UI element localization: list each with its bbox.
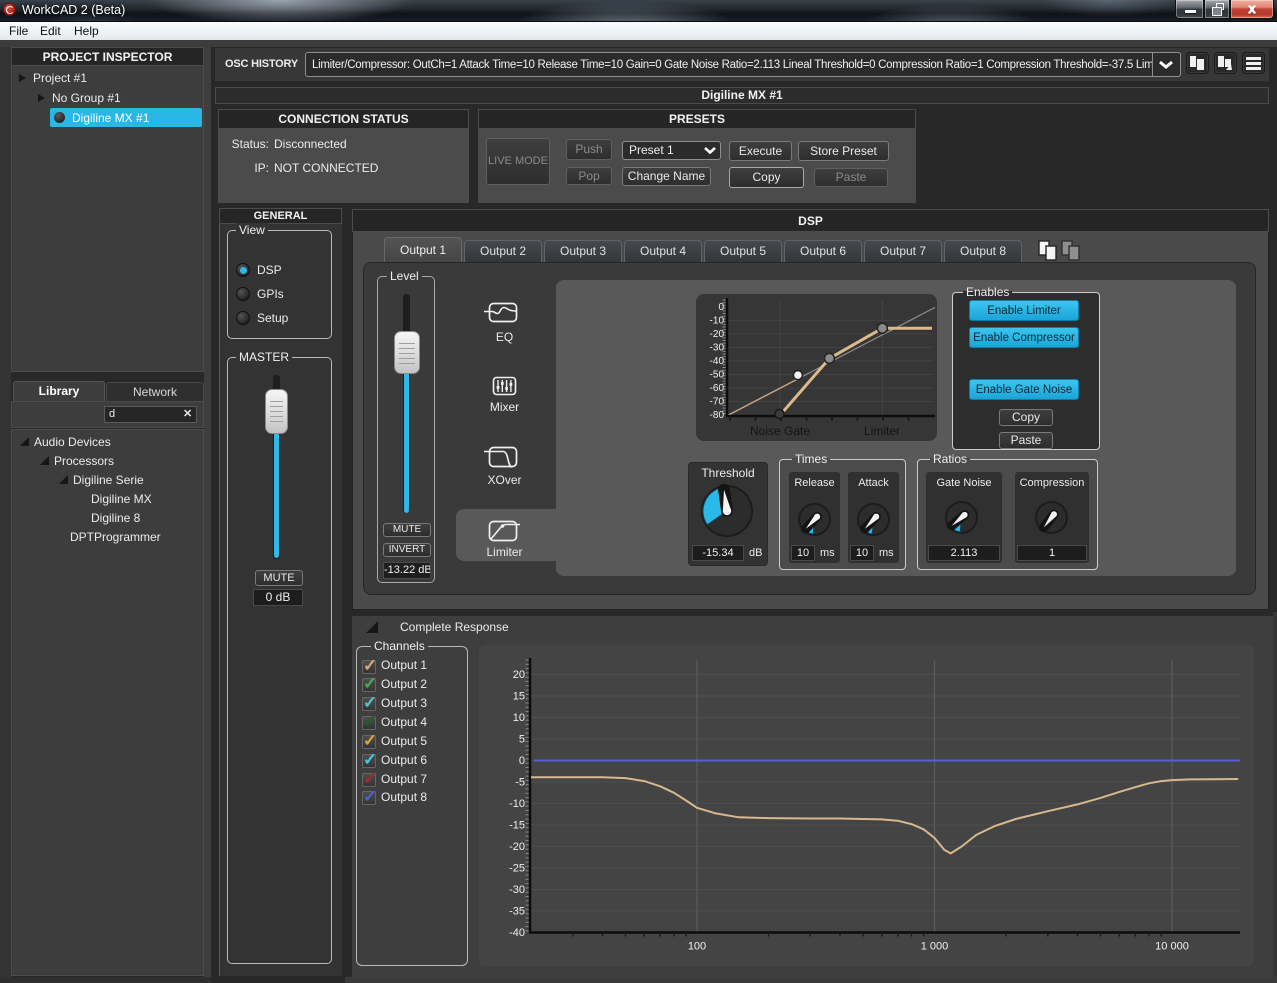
svg-text:10: 10 [513, 712, 525, 724]
svg-text:-40: -40 [710, 356, 725, 367]
svg-text:-20: -20 [710, 329, 725, 340]
svg-text:-30: -30 [509, 884, 525, 896]
svg-text:-60: -60 [710, 383, 725, 394]
svg-text:1 000: 1 000 [921, 941, 949, 953]
svg-text:5: 5 [519, 734, 525, 746]
svg-text:0: 0 [519, 755, 525, 767]
svg-text:-70: -70 [710, 397, 725, 408]
svg-text:-5: -5 [515, 777, 525, 789]
svg-text:-30: -30 [710, 343, 725, 354]
svg-text:15: 15 [513, 691, 525, 703]
svg-text:-80: -80 [710, 410, 725, 421]
svg-text:-50: -50 [710, 370, 725, 381]
svg-text:-20: -20 [509, 841, 525, 853]
svg-text:0: 0 [718, 302, 724, 313]
svg-text:-25: -25 [509, 863, 525, 875]
svg-text:-10: -10 [710, 316, 725, 327]
svg-text:-40: -40 [509, 927, 525, 939]
svg-text:Noise Gate: Noise Gate [750, 424, 810, 438]
svg-text:10 000: 10 000 [1155, 941, 1189, 953]
svg-text:Limiter: Limiter [864, 424, 900, 438]
svg-text:-10: -10 [509, 798, 525, 810]
svg-text:20: 20 [513, 669, 525, 681]
svg-text:100: 100 [688, 941, 706, 953]
svg-text:-15: -15 [509, 820, 525, 832]
svg-text:-35: -35 [509, 906, 525, 918]
